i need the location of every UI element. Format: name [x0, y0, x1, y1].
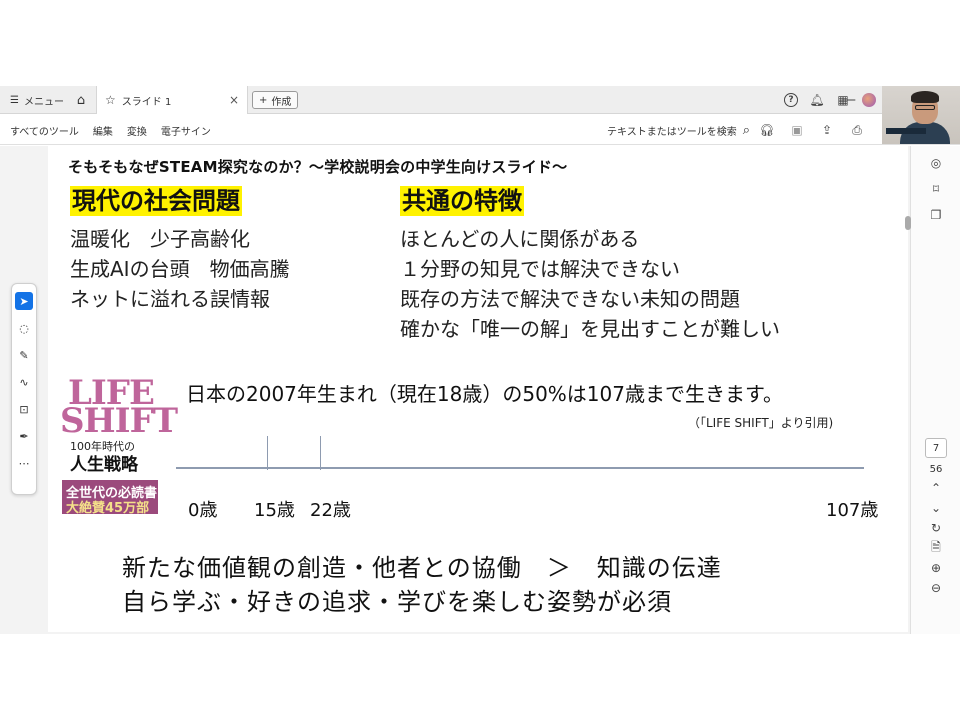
left-item: 温暖化 少子高齢化: [70, 227, 250, 251]
chevron-down-icon[interactable]: ⌄: [929, 501, 943, 515]
pdf-viewer-window: ☰ メニュー ⌂ ☆ スライド 1 × + 作成 ? 🔔︎ ▦ — すべてのツー…: [0, 86, 960, 634]
scrollbar-thumb[interactable]: [905, 216, 911, 230]
comment-tool-icon[interactable]: ◌: [15, 319, 33, 337]
left-heading: 現代の社会問題: [70, 186, 242, 216]
tool-menu: すべてのツール 編集 変換 電子サイン: [10, 115, 211, 145]
annotation-toolbar: ➤ ◌ ✎ ∿ ⊡ ✒ ⋯: [11, 283, 37, 495]
person-hair: [911, 91, 939, 103]
search-placeholder[interactable]: テキストまたはツールを検索: [607, 123, 737, 138]
ai-assistant-icon[interactable]: ◎: [929, 156, 943, 170]
menu-label: メニュー: [23, 96, 64, 108]
page-navigation: 7 56 ⌃ ⌄ ↻ 🗎︎ ⊕ ⊖: [911, 438, 960, 595]
menu-edit[interactable]: 編集: [93, 123, 113, 138]
window-icons: ? 🔔︎ ▦: [784, 86, 876, 114]
help-icon[interactable]: ?: [784, 93, 798, 107]
person-glasses: [915, 105, 935, 110]
right-item: ほとんどの人に関係がある: [400, 227, 640, 251]
page-total: 56: [929, 464, 943, 475]
citation: （「LIFE SHIFT」より引用): [688, 416, 834, 430]
tab-slide-1[interactable]: ☆ スライド 1 ×: [96, 86, 248, 114]
save-file-icon[interactable]: 🗎︎: [929, 540, 943, 555]
toolbar-right-icons: 🎧︎ ▣ ⇪ ⎙: [759, 115, 864, 145]
upload-icon[interactable]: ⇪: [820, 123, 834, 137]
right-item: 確かな「唯一の解」を見出すことが難しい: [400, 317, 780, 341]
headphones-icon[interactable]: 🎧︎: [759, 123, 774, 137]
book-main-title: 人生戦略: [70, 455, 138, 475]
right-item: １分野の知見では解決できない: [400, 257, 680, 281]
print-icon[interactable]: ⎙: [850, 123, 864, 137]
minimize-icon[interactable]: —: [842, 92, 856, 108]
left-item: ネットに溢れる誤情報: [70, 287, 270, 311]
conclusion-line-1: 新たな価値観の創造・他者との協働 ＞ 知識の伝達: [122, 554, 722, 582]
menu-e-sign[interactable]: 電子サイン: [161, 123, 211, 138]
menu-all-tools[interactable]: すべてのツール: [10, 123, 79, 138]
age-label-15: 15歳: [254, 500, 295, 521]
draw-tool-icon[interactable]: ∿: [15, 373, 33, 391]
name-badge: [886, 128, 926, 134]
book-cover-image: LIFE SHIFT 100年時代の 人生戦略 全世代の必読書 大絶賛45万部: [60, 376, 178, 516]
home-icon: ⌂: [76, 92, 86, 108]
chevron-up-icon[interactable]: ⌃: [929, 481, 943, 495]
toolbar: すべてのツール 編集 変換 電子サイン テキストまたはツールを検索 ⌕ 🎧︎ ▣…: [0, 115, 960, 145]
right-panel: ◎ ⌑ ❐ 7 56 ⌃ ⌄ ↻ 🗎︎ ⊕ ⊖: [905, 146, 960, 634]
create-button[interactable]: + 作成: [252, 91, 299, 109]
right-heading: 共通の特徴: [400, 186, 524, 216]
star-icon[interactable]: ☆: [105, 93, 116, 107]
pages-icon[interactable]: ❐: [929, 208, 943, 222]
life-statement: 日本の2007年生まれ（現在18歳）の50%は107歳まで生きます。: [186, 382, 783, 406]
cursor-tool-icon[interactable]: ➤: [15, 292, 33, 310]
book-title-line2: SHIFT: [60, 401, 178, 441]
avatar[interactable]: [862, 93, 876, 107]
age-label-22: 22歳: [310, 500, 351, 521]
page-number-input[interactable]: 7: [925, 438, 947, 458]
highlight-tool-icon[interactable]: ✎: [15, 346, 33, 364]
refresh-icon[interactable]: ↻: [929, 521, 943, 535]
tab-bar: ☰ メニュー ⌂ ☆ スライド 1 × + 作成 ? 🔔︎ ▦ —: [0, 86, 960, 114]
book-band-text2: 大絶賛45万部: [66, 501, 150, 516]
hamburger-icon: ☰: [10, 94, 19, 106]
save-icon[interactable]: ▣: [790, 123, 804, 137]
zoom-in-icon[interactable]: ⊕: [929, 561, 943, 575]
right-panel-tools: ◎ ⌑ ❐: [911, 156, 960, 222]
left-item: 生成AIの台頭 物価高騰: [70, 257, 290, 281]
age-label-107: 107歳: [826, 500, 879, 521]
bell-icon[interactable]: 🔔︎: [809, 93, 824, 107]
more-tools-icon[interactable]: ⋯: [15, 454, 33, 472]
age-label-0: 0歳: [188, 500, 218, 521]
sign-tool-icon[interactable]: ✒: [15, 427, 33, 445]
plus-icon: +: [259, 94, 268, 106]
text-select-tool-icon[interactable]: ⊡: [15, 400, 33, 418]
timeline-tick-15: [267, 436, 268, 470]
create-label: 作成: [271, 96, 292, 108]
bookmark-icon[interactable]: ⌑: [929, 182, 943, 196]
timeline-line: [176, 467, 864, 469]
timeline-tick-22: [320, 436, 321, 470]
right-item: 既存の方法で解決できない未知の問題: [400, 287, 740, 311]
search-icon[interactable]: ⌕: [743, 123, 750, 138]
menu-convert[interactable]: 変換: [127, 123, 147, 138]
slide-title: そもそもなぜSTEAM探究なのか？～学校説明会の中学生向けスライド～: [68, 158, 568, 176]
document-area: そもそもなぜSTEAM探究なのか？～学校説明会の中学生向けスライド～ 現代の社会…: [0, 146, 910, 634]
home-button[interactable]: ⌂: [72, 86, 90, 114]
slide-page: そもそもなぜSTEAM探究なのか？～学校説明会の中学生向けスライド～ 現代の社会…: [48, 146, 908, 632]
menu-button[interactable]: ☰ メニュー: [10, 86, 64, 114]
search-area[interactable]: テキストまたはツールを検索 ⌕: [607, 115, 750, 145]
webcam-overlay: [882, 86, 960, 144]
close-icon[interactable]: ×: [229, 93, 239, 107]
tab-title: スライド 1: [121, 96, 172, 108]
zoom-out-icon[interactable]: ⊖: [929, 581, 943, 595]
conclusion-line-2: 自ら学ぶ・好きの追求・学びを楽しむ姿勢が必須: [122, 588, 672, 616]
